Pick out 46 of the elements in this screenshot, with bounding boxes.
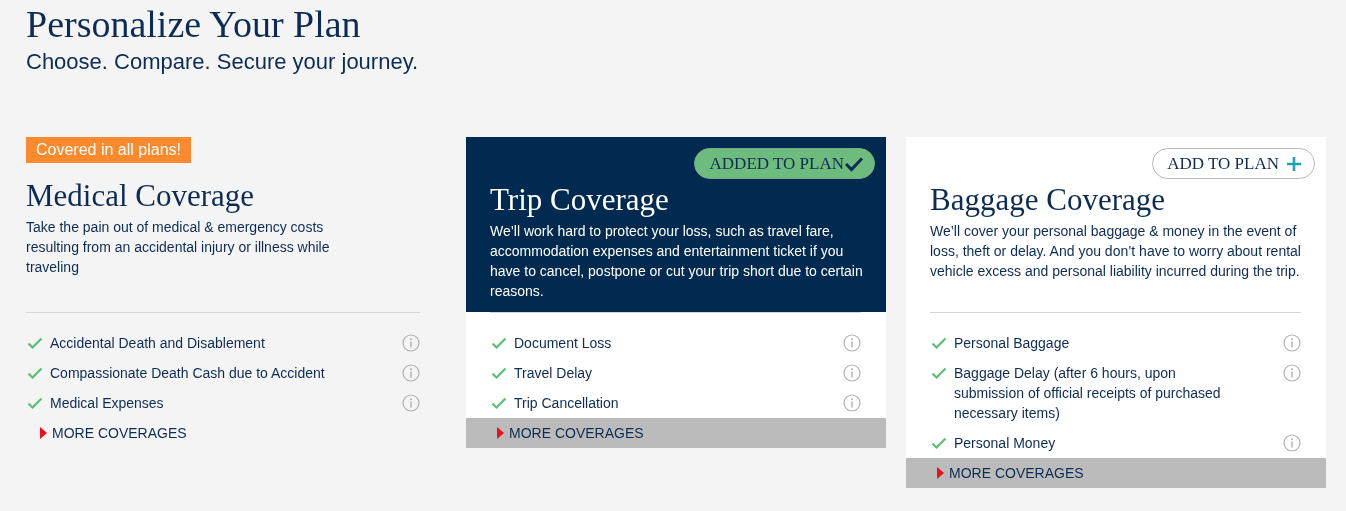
checkmark-icon bbox=[491, 337, 507, 349]
added-to-plan-button[interactable]: ADDED TO PLAN bbox=[693, 148, 875, 179]
info-icon[interactable] bbox=[843, 334, 861, 352]
info-icon[interactable] bbox=[1283, 364, 1301, 382]
more-coverages-link[interactable]: MORE COVERAGES bbox=[466, 418, 886, 448]
plan-description: We’ll work hard to protect your loss, such as travel fare, accommodation expenses and entertainment ticket if you have to cancel, postpone or cut your trip short due to certain reasons. bbox=[490, 222, 864, 301]
info-icon[interactable] bbox=[402, 364, 420, 382]
coverage-item: Trip Cancellation bbox=[514, 394, 620, 413]
checkmark-icon bbox=[491, 367, 507, 379]
coverage-item: Compassionate Death Cash due to Accident bbox=[50, 364, 326, 383]
coverage-item: Accidental Death and Disablement bbox=[50, 334, 266, 353]
coverage-item: Personal Baggage bbox=[954, 334, 1071, 353]
checkmark-icon bbox=[931, 437, 947, 449]
coverage-item: Document Loss bbox=[514, 334, 613, 353]
plus-icon bbox=[1286, 155, 1302, 172]
info-icon[interactable] bbox=[1283, 434, 1301, 452]
info-icon[interactable] bbox=[402, 334, 420, 352]
checkmark-icon bbox=[931, 367, 947, 379]
info-icon[interactable] bbox=[843, 364, 861, 382]
info-icon[interactable] bbox=[1283, 334, 1301, 352]
coverage-item: Personal Money bbox=[954, 434, 1057, 453]
page-title: Personalize Your Plan bbox=[26, 2, 361, 46]
plan-description: We’ll cover your personal baggage & money in the event of loss, theft or delay. And you don’t have to worry about rental vehicle excess and personal liability incurred during the trip. bbox=[930, 222, 1302, 281]
more-coverages-link[interactable]: MORE COVERAGES bbox=[26, 418, 187, 448]
coverage-item: Medical Expenses bbox=[50, 394, 165, 413]
info-icon[interactable] bbox=[402, 394, 420, 412]
coverage-item: Travel Delay bbox=[514, 364, 594, 383]
triangle-right-icon bbox=[497, 427, 504, 439]
plan-description: Take the pain out of medical & emergency costs resulting from an accidental injury or illness while traveling bbox=[26, 218, 331, 277]
triangle-right-icon bbox=[937, 467, 944, 479]
add-to-plan-button[interactable]: ADD TO PLAN bbox=[1152, 148, 1315, 179]
page-subtitle: Choose. Compare. Secure your journey. bbox=[26, 48, 419, 76]
plan-title: Baggage Coverage bbox=[930, 183, 1165, 217]
info-icon[interactable] bbox=[843, 394, 861, 412]
triangle-right-icon bbox=[40, 427, 47, 439]
coverage-item: Baggage Delay (after 6 hours, upon submission of official receipts of purchased necessary items) bbox=[954, 364, 1222, 423]
included-badge: Covered in all plans! bbox=[26, 137, 191, 163]
checkmark-icon bbox=[491, 397, 507, 409]
checkmark-icon bbox=[27, 397, 43, 409]
checkmark-icon bbox=[27, 367, 43, 379]
checkmark-icon bbox=[27, 337, 43, 349]
checkmark-icon bbox=[844, 155, 864, 172]
plan-title: Trip Coverage bbox=[490, 183, 669, 217]
plan-title: Medical Coverage bbox=[26, 179, 255, 213]
more-coverages-link[interactable]: MORE COVERAGES bbox=[906, 458, 1326, 488]
checkmark-icon bbox=[931, 337, 947, 349]
